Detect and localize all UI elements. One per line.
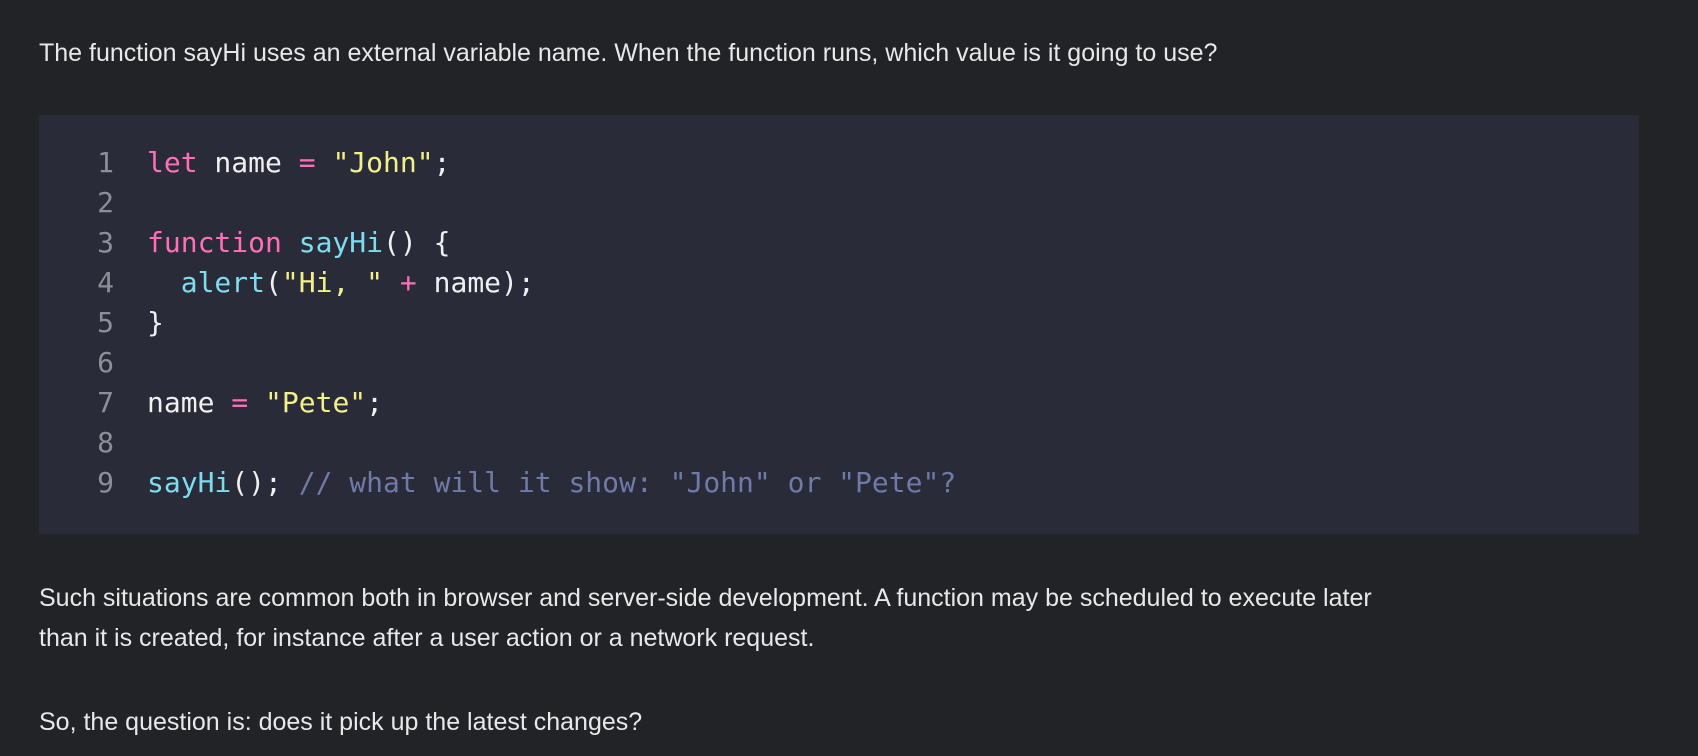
question-paragraph: So, the question is: does it pick up the… [39, 708, 643, 736]
line-number: 8 [97, 425, 114, 459]
code-token: + [399, 265, 417, 299]
code-token: "John" [332, 145, 434, 179]
line-number: 4 [97, 265, 114, 299]
line-number: 5 [97, 305, 114, 339]
code-token: name); [416, 265, 535, 299]
code-line: 2 [39, 182, 1639, 222]
code-text: } [114, 306, 164, 339]
code-line: 7 name = "Pete"; [39, 382, 1639, 422]
code-token: ( [265, 265, 282, 299]
line-number: 9 [97, 465, 114, 499]
code-line: 9 sayHi(); // what will it show: "John" o… [39, 462, 1639, 502]
code-token: name [197, 145, 299, 179]
code-block: 1 let name = "John"; 2 3 function sayHi() {4… [39, 115, 1639, 534]
code-token: (); [231, 465, 299, 499]
code-token: let [147, 145, 198, 179]
code-line: 6 [39, 342, 1639, 382]
code-token: } [147, 305, 164, 339]
line-number: 3 [97, 225, 114, 259]
code-token: name [147, 385, 232, 419]
line-number: 2 [97, 185, 114, 219]
code-token: () { [383, 225, 451, 259]
code-text: sayHi(); // what will it show: "John" or… [114, 466, 956, 499]
code-line: 8 [39, 422, 1639, 462]
code-text: alert("Hi, " + name); [114, 266, 535, 299]
code-token: "Pete" [265, 385, 367, 419]
code-token: = [298, 145, 316, 179]
line-number: 6 [97, 345, 114, 379]
intro-paragraph: The function sayHi uses an external vari… [39, 39, 1218, 67]
code-token: "Hi, " [281, 265, 384, 299]
explanation-paragraph: Such situations are common both in brows… [39, 578, 1372, 658]
code-text: let name = "John"; [114, 146, 450, 179]
line-number: 1 [97, 145, 114, 179]
explanation-line-1: Such situations are common both in brows… [39, 584, 1372, 612]
code-line: 5} [39, 302, 1639, 342]
code-lines: 1 let name = "John"; 2 3 function sayHi() {4… [39, 142, 1639, 502]
explanation-line-2: than it is created, for instance after a… [39, 624, 815, 652]
code-token: sayHi [147, 465, 232, 499]
code-token: // what will it show: "John" or "Pete"? [298, 465, 957, 499]
code-line: 3 function sayHi() { [39, 222, 1639, 262]
code-token: ; [433, 145, 451, 179]
code-text: function sayHi() { [114, 226, 450, 259]
code-line: 4 alert("Hi, " + name); [39, 262, 1639, 302]
code-token: alert [180, 265, 266, 299]
code-text: name = "Pete"; [114, 386, 383, 419]
code-token: ; [366, 385, 384, 419]
code-token: = [231, 385, 249, 419]
line-number: 7 [97, 385, 114, 419]
code-token: sayHi [298, 225, 384, 259]
code-line: 1 let name = "John"; [39, 142, 1639, 182]
code-token: function [147, 225, 282, 259]
